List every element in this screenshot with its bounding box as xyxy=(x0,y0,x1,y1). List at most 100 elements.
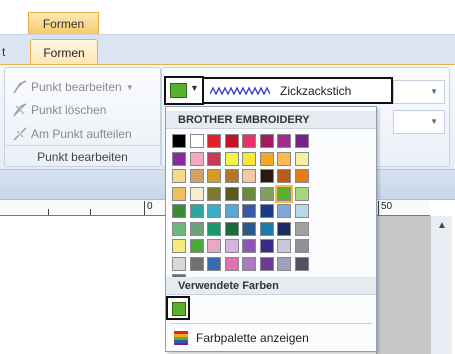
delete-point-label: Punkt löschen xyxy=(31,103,107,117)
color-swatch[interactable] xyxy=(294,221,309,236)
scroll-up-icon[interactable]: ▲ xyxy=(437,220,447,231)
color-swatch[interactable] xyxy=(207,256,221,271)
color-swatch[interactable] xyxy=(189,186,204,201)
color-swatch[interactable] xyxy=(224,151,239,166)
color-swatch[interactable] xyxy=(189,169,204,183)
stitch-type-dropdown[interactable]: ▼ xyxy=(393,80,445,104)
color-swatch[interactable] xyxy=(207,239,221,253)
color-swatch[interactable] xyxy=(172,169,186,183)
color-swatch[interactable] xyxy=(242,204,256,218)
ruler-tick xyxy=(378,201,379,215)
color-swatch[interactable] xyxy=(207,221,221,236)
tab-partial[interactable]: t xyxy=(2,45,5,59)
color-swatch[interactable] xyxy=(242,151,256,166)
stitch-type-field[interactable]: Zickzackstich xyxy=(202,77,393,104)
color-swatch[interactable] xyxy=(172,186,186,201)
color-swatch[interactable] xyxy=(242,134,256,148)
ruler-tick xyxy=(48,209,49,215)
group-punkt-bearbeiten: Punkt bearbeiten ▼ Punkt löschen Am Punk… xyxy=(4,67,161,167)
used-color-swatch[interactable] xyxy=(166,296,190,320)
color-swatch[interactable] xyxy=(172,221,186,236)
color-swatch[interactable] xyxy=(294,204,309,218)
color-swatch[interactable] xyxy=(189,221,204,236)
color-swatch[interactable] xyxy=(294,134,309,148)
color-swatch[interactable] xyxy=(277,204,291,218)
color-swatch[interactable] xyxy=(259,221,274,236)
canvas-outside-area xyxy=(376,216,430,354)
color-swatch[interactable] xyxy=(277,239,291,253)
color-swatch[interactable] xyxy=(172,256,186,271)
split-point-icon xyxy=(13,127,27,141)
color-swatch[interactable] xyxy=(242,169,256,183)
color-swatch[interactable] xyxy=(294,186,309,201)
color-swatch[interactable] xyxy=(277,256,291,271)
color-swatch[interactable] xyxy=(277,151,291,166)
color-swatch[interactable] xyxy=(189,239,204,253)
ruler-tick xyxy=(144,201,145,215)
color-swatch[interactable] xyxy=(207,134,221,148)
color-swatch[interactable] xyxy=(207,186,221,201)
color-swatch[interactable] xyxy=(172,239,186,253)
tab-formen[interactable]: Formen xyxy=(30,39,98,66)
group-divider xyxy=(5,145,160,146)
line-color-swatch xyxy=(170,83,187,98)
color-swatch[interactable] xyxy=(172,204,186,218)
secondary-dropdown[interactable]: ▼ xyxy=(393,110,445,134)
context-tab-header: Formen xyxy=(28,12,99,34)
color-swatch[interactable] xyxy=(207,169,221,183)
color-swatch[interactable] xyxy=(224,186,239,201)
color-swatch[interactable] xyxy=(189,134,204,148)
color-swatch[interactable] xyxy=(294,256,309,271)
palette-header-used-colors: Verwendete Farben xyxy=(166,277,376,295)
zigzag-stitch-icon xyxy=(210,86,270,95)
chevron-down-icon: ▼ xyxy=(190,83,199,93)
color-swatch[interactable] xyxy=(259,204,274,218)
color-swatch[interactable] xyxy=(259,256,274,271)
color-swatch[interactable] xyxy=(277,134,291,148)
color-swatch[interactable] xyxy=(259,151,274,166)
color-swatch[interactable] xyxy=(189,204,204,218)
color-swatch[interactable] xyxy=(207,151,221,166)
color-swatch[interactable] xyxy=(259,169,274,183)
edit-point-button[interactable]: Punkt bearbeiten ▼ xyxy=(13,78,134,96)
color-swatch[interactable] xyxy=(275,184,293,203)
palette-divider xyxy=(170,323,372,324)
color-swatch[interactable] xyxy=(224,169,239,183)
color-swatch[interactable] xyxy=(224,204,239,218)
color-swatch[interactable] xyxy=(189,151,204,166)
group-label-punkt-bearbeiten: Punkt bearbeiten xyxy=(37,150,128,164)
color-swatch[interactable] xyxy=(172,134,186,148)
color-swatch[interactable] xyxy=(207,204,221,218)
color-swatch[interactable] xyxy=(189,256,204,271)
color-swatch[interactable] xyxy=(242,256,256,271)
color-swatch[interactable] xyxy=(294,151,309,166)
color-swatch[interactable] xyxy=(277,169,291,183)
color-palette-icon xyxy=(174,331,188,345)
color-palette-dropdown: BROTHER EMBROIDERY Verwendete Farben Far… xyxy=(165,106,377,352)
color-swatch[interactable] xyxy=(259,239,274,253)
color-swatch[interactable] xyxy=(242,186,256,201)
palette-header-brother: BROTHER EMBROIDERY xyxy=(166,111,376,129)
ruler-tick xyxy=(90,209,91,215)
chevron-down-icon: ▼ xyxy=(125,82,134,92)
ribbon-tab-strip: t Formen xyxy=(0,34,455,66)
line-color-button[interactable]: ▼ xyxy=(164,76,204,105)
color-swatch[interactable] xyxy=(242,239,256,253)
used-color-fill xyxy=(172,302,186,316)
color-swatch[interactable] xyxy=(224,221,239,236)
color-swatch[interactable] xyxy=(172,151,186,166)
ruler-label-50: 50 xyxy=(381,201,393,212)
color-swatch[interactable] xyxy=(277,221,291,236)
color-swatch[interactable] xyxy=(224,256,239,271)
vertical-scrollbar[interactable]: ▲ xyxy=(430,216,452,354)
delete-point-button[interactable]: Punkt löschen xyxy=(13,101,106,119)
color-swatch[interactable] xyxy=(224,134,239,148)
color-swatch[interactable] xyxy=(259,186,274,201)
color-swatch[interactable] xyxy=(224,239,239,253)
split-at-point-button[interactable]: Am Punkt aufteilen xyxy=(13,125,132,143)
color-swatch[interactable] xyxy=(242,221,256,236)
color-swatch[interactable] xyxy=(294,169,309,183)
color-swatch[interactable] xyxy=(294,239,309,253)
show-palette-button[interactable]: Farbpalette anzeigen xyxy=(174,329,309,347)
color-swatch[interactable] xyxy=(259,134,274,148)
